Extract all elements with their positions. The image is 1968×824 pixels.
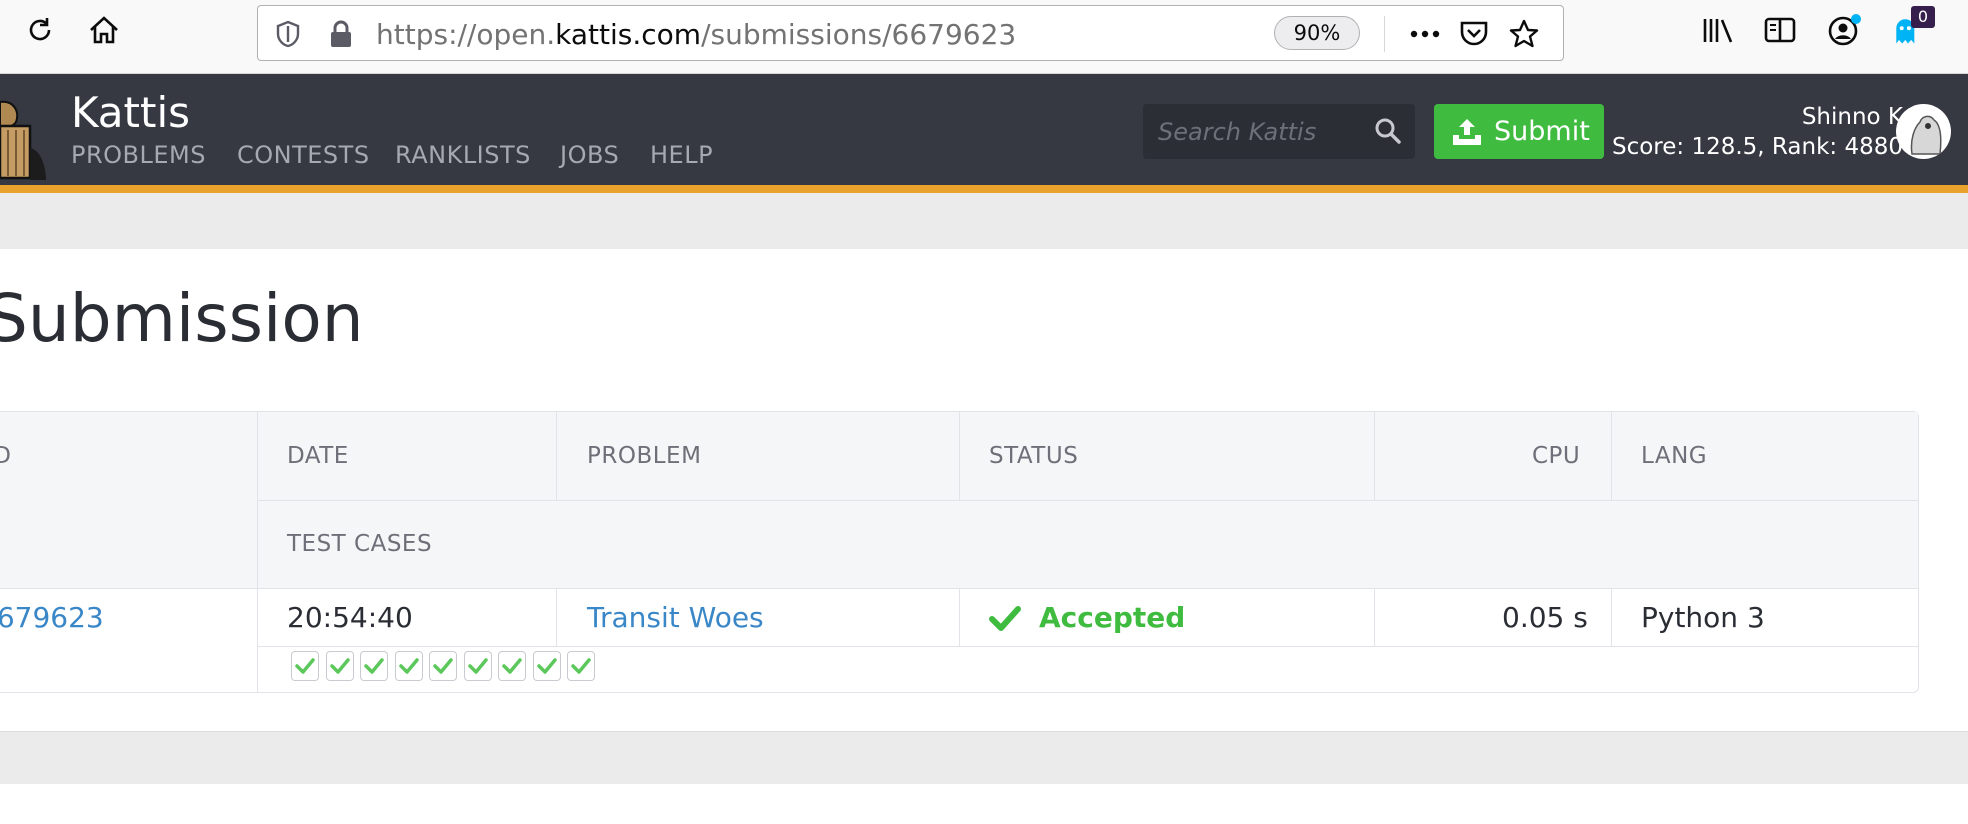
- avatar[interactable]: [1896, 104, 1951, 159]
- col-header-lang: LANG: [1641, 443, 1708, 469]
- search-placeholder: Search Kattis: [1158, 118, 1317, 146]
- subrow-divider: [257, 646, 1919, 647]
- col-divider-cpu: [1374, 412, 1375, 500]
- col-header-cpu: CPU: [1532, 443, 1581, 469]
- page-title: Submission: [0, 280, 364, 357]
- submit-label: Submit: [1494, 116, 1590, 147]
- col-header-id: ID: [0, 443, 12, 469]
- kattis-logo[interactable]: [0, 96, 48, 186]
- test-case-check-icon: [463, 651, 492, 681]
- account-icon[interactable]: [1826, 12, 1862, 48]
- nav-problems[interactable]: PROBLEMS: [71, 141, 206, 169]
- url-text[interactable]: https://open.kattis.com/submissions/6679…: [376, 18, 1016, 51]
- home-icon[interactable]: [86, 12, 122, 48]
- url-bar[interactable]: https://open.kattis.com/submissions/6679…: [257, 5, 1564, 61]
- search-icon[interactable]: [1373, 116, 1403, 150]
- reader-icon[interactable]: [1762, 12, 1798, 48]
- col-divider-lang: [1611, 412, 1612, 500]
- star-icon[interactable]: [1508, 18, 1540, 54]
- zoom-level-button[interactable]: 90%: [1274, 16, 1360, 50]
- header-divider: [257, 500, 1919, 501]
- col-divider-lang-row: [1611, 588, 1612, 646]
- top-gray-band: [0, 193, 1968, 249]
- search-input[interactable]: Search Kattis: [1143, 104, 1415, 159]
- submission-id-link[interactable]: 6679623: [0, 601, 104, 634]
- nav-contests[interactable]: CONTESTS: [237, 141, 370, 169]
- url-separator: [1384, 16, 1385, 52]
- cpu-time: 0.05 s: [1502, 601, 1588, 634]
- col-header-date: DATE: [287, 443, 349, 469]
- test-case-check-icon: [532, 651, 561, 681]
- col-divider-cpu-row: [1374, 588, 1375, 646]
- bottom-gray-band: [0, 731, 1968, 784]
- header-accent-stripe: [0, 185, 1968, 193]
- submit-button[interactable]: Submit: [1434, 104, 1604, 159]
- shield-icon[interactable]: [276, 20, 300, 52]
- test-case-check-icon: [498, 651, 526, 681]
- test-case-check-icon: [360, 651, 388, 681]
- col-header-status: STATUS: [989, 443, 1079, 469]
- user-name[interactable]: Shinno K: [1802, 104, 1903, 130]
- user-score: Score: 128.5, Rank: 4880: [1611, 134, 1903, 160]
- brand-name[interactable]: Kattis: [71, 88, 190, 137]
- nav-ranklists[interactable]: RANKLISTS: [395, 141, 531, 169]
- extension-badge: 0: [1911, 6, 1935, 28]
- col-divider-status: [959, 412, 960, 500]
- col-header-test-cases: TEST CASES: [287, 531, 433, 557]
- check-icon: [989, 603, 1021, 637]
- col-divider-date: [257, 412, 258, 692]
- submission-date: 20:54:40: [287, 601, 413, 634]
- nav-jobs[interactable]: JOBS: [560, 141, 619, 169]
- library-icon[interactable]: [1700, 12, 1736, 48]
- col-header-problem: PROBLEM: [587, 443, 702, 469]
- col-divider-problem-row: [556, 588, 557, 646]
- reload-icon[interactable]: [22, 12, 58, 48]
- pocket-icon[interactable]: [1458, 19, 1490, 53]
- upload-icon: [1453, 119, 1481, 145]
- browser-toolbar: https://open.kattis.com/submissions/6679…: [0, 0, 1968, 74]
- test-case-check-icon: [567, 651, 595, 681]
- col-divider-status-row: [959, 588, 960, 646]
- language: Python 3: [1641, 601, 1765, 634]
- lock-icon[interactable]: [328, 19, 354, 53]
- test-case-check-icon: [429, 651, 457, 681]
- more-icon[interactable]: [1408, 20, 1442, 52]
- test-case-check-icon: [291, 651, 319, 681]
- col-divider-problem: [556, 412, 557, 500]
- test-case-check-icon: [325, 651, 354, 681]
- problem-link[interactable]: Transit Woes: [587, 601, 764, 634]
- nav-help[interactable]: HELP: [650, 141, 713, 169]
- test-case-check-icon: [394, 651, 423, 681]
- status-badge: Accepted: [1039, 601, 1186, 634]
